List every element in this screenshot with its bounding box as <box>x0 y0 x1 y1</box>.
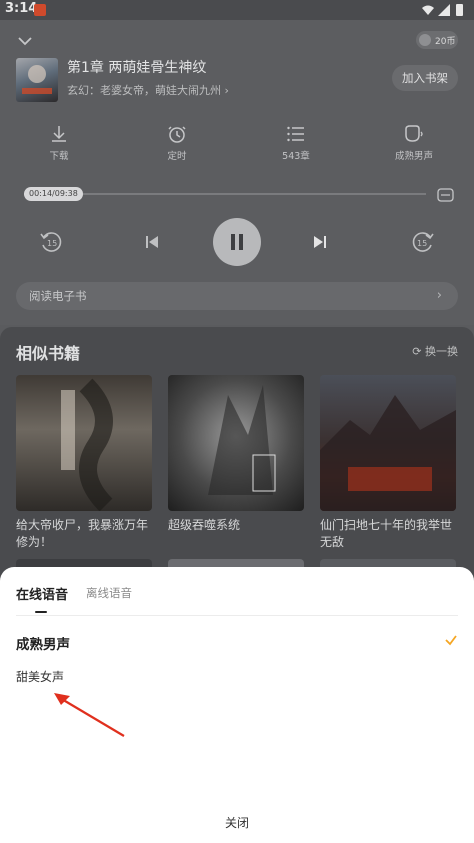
close-button[interactable]: 关闭 <box>0 814 474 831</box>
book-cover-1[interactable] <box>16 375 152 511</box>
book-cover-2[interactable] <box>168 375 304 511</box>
voice-option-mature-male[interactable]: 成熟男声 <box>16 633 70 653</box>
book-cover[interactable] <box>16 58 58 102</box>
timer-label: 定时 <box>167 151 187 162</box>
svg-text:15: 15 <box>47 239 57 248</box>
chapter-list-button[interactable]: 543章 <box>266 124 326 162</box>
download-button[interactable]: 下载 <box>29 124 89 162</box>
pause-button[interactable] <box>213 218 261 266</box>
previous-chapter-icon[interactable] <box>139 229 165 255</box>
chapter-list-icon <box>287 126 304 142</box>
audio-player: 20币 第1章 两萌娃骨生神纹 玄幻：老婆女帝，萌娃大闹九州 › 加入书架 下载… <box>0 20 474 325</box>
timer-button[interactable]: 定时 <box>147 124 207 162</box>
checkmark-icon <box>445 635 457 646</box>
refresh-icon: ⟳ <box>412 345 425 358</box>
status-bar: 3:14 <box>0 0 474 20</box>
swap-label: 换一换 <box>425 345 458 358</box>
similar-books-title: 相似书籍 <box>16 344 81 363</box>
collapse-chevron-icon[interactable] <box>16 32 34 50</box>
voice-icon <box>405 125 423 142</box>
coin-icon <box>419 34 431 46</box>
tab-offline-voice[interactable]: 离线语音 <box>86 585 132 601</box>
svg-text:15: 15 <box>417 239 427 248</box>
read-ebook-bar[interactable]: 阅读电子书 › <box>16 282 458 310</box>
coin-label: 20币 <box>435 37 456 47</box>
status-time: 3:14 <box>5 1 38 16</box>
book-cover-art-2 <box>208 385 276 495</box>
rewind-15-icon[interactable]: 15 <box>38 229 64 255</box>
status-icons <box>422 4 463 16</box>
book-cover-art-3 <box>320 395 456 511</box>
book-subtitle-link[interactable]: 玄幻：老婆女帝，萌娃大闹九州 › <box>67 82 229 98</box>
timer-icon <box>168 126 186 143</box>
progress-time-readout[interactable]: 00:14/09:38 <box>24 187 83 201</box>
book-cover-3[interactable] <box>320 375 456 511</box>
swap-button[interactable]: ⟳ 换一换 <box>412 343 458 359</box>
voice-option-sweet-female[interactable]: 甜美女声 <box>16 668 64 685</box>
voice-label: 成熟男声 <box>394 151 433 162</box>
voice-select-button[interactable]: 成熟男声 <box>384 124 444 162</box>
book-cover-art-1 <box>61 378 113 511</box>
download-icon <box>52 126 66 142</box>
read-ebook-label: 阅读电子书 <box>29 289 87 303</box>
chapter-title: 第1章 两萌娃骨生神纹 <box>67 60 207 76</box>
coin-balance[interactable]: 20币 <box>416 31 458 49</box>
book-name-1[interactable]: 给大帝收尸，我暴涨万年修为！ <box>16 517 156 551</box>
book-name-2[interactable]: 超级吞噬系统 <box>168 517 308 534</box>
playback-speed-icon[interactable] <box>436 185 456 205</box>
tab-indicator <box>35 611 47 613</box>
pause-icon <box>231 234 235 250</box>
chapter-count-label: 543章 <box>282 151 310 162</box>
next-chapter-icon[interactable] <box>307 229 333 255</box>
notification-badge-icon <box>34 4 46 16</box>
progress-track[interactable] <box>24 193 426 195</box>
chevron-right-icon: › <box>436 288 442 303</box>
book-name-3[interactable]: 仙门扫地七十年的我举世无敌 <box>320 517 460 551</box>
forward-15-icon[interactable]: 15 <box>410 229 436 255</box>
divider <box>16 615 458 616</box>
add-to-shelf-button[interactable]: 加入书架 <box>392 65 458 91</box>
annotation-arrow-icon <box>54 693 125 737</box>
cover-art <box>22 65 52 94</box>
download-label: 下载 <box>49 151 69 162</box>
tab-online-voice[interactable]: 在线语音 <box>16 584 68 603</box>
